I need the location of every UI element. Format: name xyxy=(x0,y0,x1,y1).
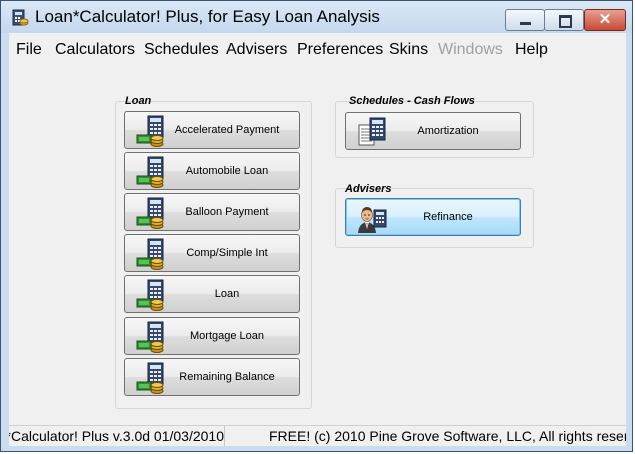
refinance-button[interactable]: Refinance xyxy=(345,198,521,236)
amortization-button[interactable]: Amortization xyxy=(345,112,521,150)
amortization-label: Amortization xyxy=(417,125,479,137)
accelerated-payment-label: Accelerated Payment xyxy=(174,124,280,136)
menu-skins[interactable]: Skins xyxy=(389,41,428,59)
minimize-button[interactable] xyxy=(505,9,545,31)
status-copyright-pane: FREE! (c) 2010 Pine Grove Software, LLC,… xyxy=(227,426,626,446)
status-version-text: Loan*Calculator! Plus v.3.0d 01/03/2010 xyxy=(9,428,224,444)
automobile-loan-label: Automobile Loan xyxy=(185,165,269,177)
close-icon: ✕ xyxy=(598,11,612,28)
comp-simple-int-button[interactable]: Comp/Simple Int xyxy=(124,234,300,272)
main-window: Loan*Calculator! Plus, for Easy Loan Ana… xyxy=(0,0,633,452)
loan-label: Loan xyxy=(214,288,240,300)
menu-calculators[interactable]: Calculators xyxy=(55,41,135,59)
status-version-pane: Loan*Calculator! Plus v.3.0d 01/03/2010 xyxy=(9,426,225,446)
close-button[interactable]: ✕ xyxy=(584,9,626,31)
comp-simple-int-label: Comp/Simple Int xyxy=(186,247,268,259)
remaining-balance-button[interactable]: Remaining Balance xyxy=(124,358,300,396)
menu-bar: File Calculators Schedules Advisers Pref… xyxy=(9,33,626,63)
menu-help[interactable]: Help xyxy=(515,41,548,59)
balloon-payment-label: Balloon Payment xyxy=(185,206,269,218)
advisers-panel-title: Advisers xyxy=(345,183,392,195)
minimize-icon xyxy=(520,22,531,25)
automobile-loan-button[interactable]: Automobile Loan xyxy=(124,152,300,190)
maximize-icon xyxy=(559,15,572,28)
menu-advisers[interactable]: Advisers xyxy=(226,41,287,59)
schedules-panel-title: Schedules - Cash Flows xyxy=(349,95,475,107)
status-bar: Loan*Calculator! Plus v.3.0d 01/03/2010 … xyxy=(9,425,626,446)
loan-button[interactable]: Loan xyxy=(124,275,300,313)
refinance-label: Refinance xyxy=(423,211,473,223)
balloon-payment-button[interactable]: Balloon Payment xyxy=(124,193,300,231)
title-bar[interactable]: Loan*Calculator! Plus, for Easy Loan Ana… xyxy=(1,1,632,33)
accelerated-payment-button[interactable]: Accelerated Payment xyxy=(124,111,300,149)
status-copyright-text: FREE! (c) 2010 Pine Grove Software, LLC,… xyxy=(269,428,626,444)
remaining-balance-label: Remaining Balance xyxy=(179,371,275,383)
menu-windows: Windows xyxy=(438,41,503,58)
app-calculator-icon xyxy=(12,9,29,26)
client-area: File Calculators Schedules Advisers Pref… xyxy=(9,33,626,425)
maximize-button[interactable] xyxy=(544,9,584,31)
menu-preferences[interactable]: Preferences xyxy=(297,41,383,59)
menu-file[interactable]: File xyxy=(16,41,42,59)
mortgage-loan-button[interactable]: Mortgage Loan xyxy=(124,317,300,355)
window-title: Loan*Calculator! Plus, for Easy Loan Ana… xyxy=(35,7,380,26)
mortgage-loan-label: Mortgage Loan xyxy=(190,330,264,342)
loan-panel-title: Loan xyxy=(125,95,152,107)
menu-schedules[interactable]: Schedules xyxy=(144,41,219,59)
